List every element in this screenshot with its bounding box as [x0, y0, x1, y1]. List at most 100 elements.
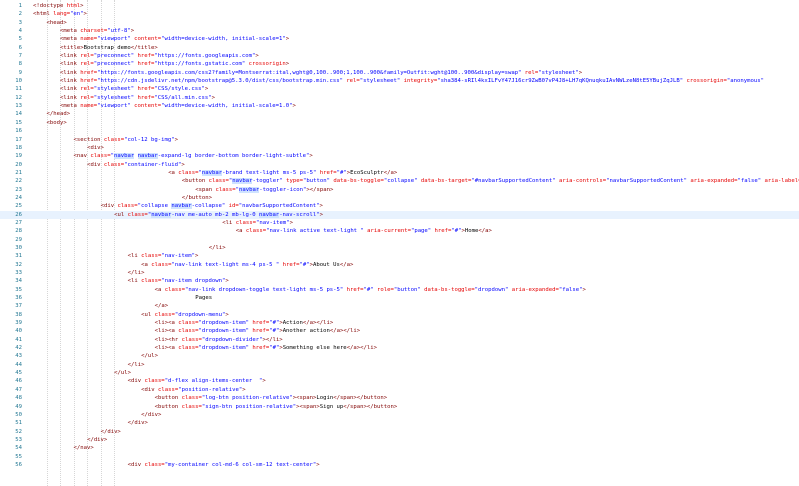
code-token: <link	[60, 86, 81, 93]
code-line[interactable]: 36 Pages	[0, 294, 799, 302]
code-line[interactable]: 14 </head>	[0, 110, 799, 118]
code-line[interactable]: 54 </nav>	[0, 444, 799, 452]
code-line[interactable]: 42 <li><a class="dropdown-item" href="#">…	[0, 344, 799, 352]
code-line[interactable]: 2 <html lang="en">	[0, 10, 799, 18]
code-line[interactable]: 49 <button class="sign-btn position-relat…	[0, 403, 799, 411]
code-line[interactable]: 29	[0, 236, 799, 244]
code-line[interactable]: 41 <li><hr class="dropdown-divider"></li>	[0, 336, 799, 344]
code-line[interactable]: 34 <li class="nav-item dropdown">	[0, 277, 799, 285]
code-line[interactable]: 35 <a class="nav-link dropdown-toggle tex…	[0, 286, 799, 294]
code-line[interactable]: 39 <li><a class="dropdown-item" href="#">…	[0, 319, 799, 327]
code-token: rel=	[80, 61, 94, 68]
code-token: "CSS/all.min.css"	[154, 94, 212, 101]
code-token: >	[242, 386, 246, 393]
code-line[interactable]: 44 </li>	[0, 361, 799, 369]
code-text: </div>	[87, 436, 107, 444]
code-text: </button>	[182, 194, 212, 202]
code-editor[interactable]: 1 <!doctype html> 2 <html lang="en"> 3 <head>…	[0, 0, 799, 486]
code-text: <link href="https://fonts.googleapis.com…	[60, 69, 582, 77]
code-line[interactable]: 47 <div class="position-relative">	[0, 386, 799, 394]
code-token: "en"	[70, 11, 84, 18]
code-line[interactable]: 45 </ul>	[0, 369, 799, 377]
code-line[interactable]: 9 <link href="https://fonts.googleapis.co…	[0, 69, 799, 77]
code-line[interactable]: 5 <meta name="viewport" content="width=de…	[0, 35, 799, 43]
code-token: ><span>	[292, 395, 317, 402]
code-token: lang=	[53, 11, 71, 18]
code-line[interactable]: 55	[0, 453, 799, 461]
code-line[interactable]: 21 <a class="navbar-brand text-light ms-5…	[0, 169, 799, 177]
code-line[interactable]: 22 <button class="navbar-toggler" type="b…	[0, 177, 799, 185]
code-line[interactable]: 11 <link rel="stylesheet" href="CSS/style…	[0, 85, 799, 93]
code-token: </li>	[208, 244, 226, 251]
code-token: "https://fonts.googleapis.com/css2?famil…	[97, 69, 525, 76]
code-line[interactable]: 38 <ul class="dropdown-menu">	[0, 311, 799, 319]
search-match-highlight: navbar	[258, 211, 280, 218]
line-number: 46	[15, 378, 22, 385]
code-line[interactable]: 23 <span class="navbar-toggler-icon"></sp…	[0, 186, 799, 194]
code-line[interactable]: 43 </ul>	[0, 352, 799, 360]
code-token: "page"	[410, 228, 435, 235]
code-line[interactable]: 33 </li>	[0, 269, 799, 277]
code-token: href=	[282, 261, 300, 268]
line-number: 5	[18, 36, 22, 43]
code-token: "stylesheet"	[538, 69, 579, 76]
code-line[interactable]: 26 <ul class="navbar-nav me-auto mb-2 mb-…	[0, 210, 799, 219]
code-token: "CSS/style.css"	[154, 86, 205, 93]
code-token: class=	[103, 136, 125, 143]
code-token: "collapse	[137, 203, 172, 210]
line-number: 13	[15, 103, 22, 110]
code-token: </span></button>	[333, 395, 388, 402]
code-line[interactable]: 37 </a>	[0, 302, 799, 310]
code-line[interactable]: 4 <meta charset="utf-8">	[0, 27, 799, 35]
code-line[interactable]: 46 <div class="d-flex align-items-center …	[0, 377, 799, 385]
code-line[interactable]: 40 <li><a class="dropdown-item" href="#">…	[0, 327, 799, 335]
code-line[interactable]: 19 <nav class="navbar navbar-expand-lg bo…	[0, 152, 799, 160]
line-number: 55	[15, 453, 22, 460]
code-line[interactable]: 6 <title>Bootstrap demo</title>	[0, 44, 799, 52]
code-token: "false"	[737, 178, 765, 185]
code-line[interactable]: 28 <a class="nav-link active text-light "…	[0, 227, 799, 235]
code-line[interactable]: 51 </div>	[0, 419, 799, 427]
code-line[interactable]: 15 <body>	[0, 119, 799, 127]
code-token: </a>	[383, 169, 398, 176]
code-line[interactable]: 20 <div class="container-fluid">	[0, 161, 799, 169]
code-line[interactable]: 18 <div>	[0, 144, 799, 152]
search-match-highlight: navbar	[232, 178, 253, 185]
code-token: id=	[228, 203, 239, 210]
line-number: 39	[15, 320, 22, 327]
code-line[interactable]: 27 <li class="nav-item">	[0, 219, 799, 227]
code-line[interactable]: 7 <link rel="preconnect" href="https://fo…	[0, 52, 799, 60]
code-line[interactable]: 16	[0, 127, 799, 135]
code-line[interactable]: 53 </div>	[0, 436, 799, 444]
code-text: <span class="navbar-toggler-icon"></span…	[195, 186, 333, 194]
code-line[interactable]: 25 <div class="collapse navbar-collapse" …	[0, 202, 799, 210]
code-token: class=	[127, 211, 148, 218]
code-line[interactable]: 48 <button class="log-btn position-relati…	[0, 394, 799, 402]
code-token: aria-current=	[367, 228, 411, 235]
code-line[interactable]: 8 <link rel="preconnect" href="https://fo…	[0, 60, 799, 68]
line-number: 28	[15, 228, 22, 235]
code-line[interactable]: 17 <section class="col-12 bg-img">	[0, 136, 799, 144]
code-line[interactable]: 12 <link rel="stylesheet" href="CSS/all.m…	[0, 94, 799, 102]
line-number: 32	[15, 261, 22, 268]
code-token: </a></li>	[302, 320, 334, 327]
code-line[interactable]: 3 <head>	[0, 19, 799, 27]
code-line[interactable]: 24 </button>	[0, 194, 799, 202]
line-number: 35	[15, 286, 22, 293]
code-line[interactable]: 50 </div>	[0, 411, 799, 419]
code-token: ><span>	[296, 403, 320, 410]
code-token: Login	[316, 395, 334, 402]
code-line[interactable]: 13 <meta name="viewport" content="width=d…	[0, 102, 799, 110]
code-token: </nav>	[73, 445, 94, 452]
code-line[interactable]: 31 <li class="nav-item">	[0, 252, 799, 260]
code-line[interactable]: 32 <a class="nav-link text-light ms-4 ps-…	[0, 261, 799, 269]
code-token: aria-expanded=	[511, 286, 559, 293]
code-line[interactable]: 10 <link href="https://cdn.jsdelivr.net/n…	[0, 77, 799, 85]
code-line[interactable]: 56 <div class="my-container col-md-6 col-…	[0, 461, 799, 469]
code-line[interactable]: 1 <!doctype html>	[0, 2, 799, 10]
code-line[interactable]: 30 </li>	[0, 244, 799, 252]
code-area[interactable]: 1 <!doctype html> 2 <html lang="en"> 3 <head>…	[0, 2, 799, 469]
code-line[interactable]: 52 </div>	[0, 428, 799, 436]
code-text: Pages	[195, 294, 212, 302]
code-token: integrity=	[403, 78, 438, 85]
